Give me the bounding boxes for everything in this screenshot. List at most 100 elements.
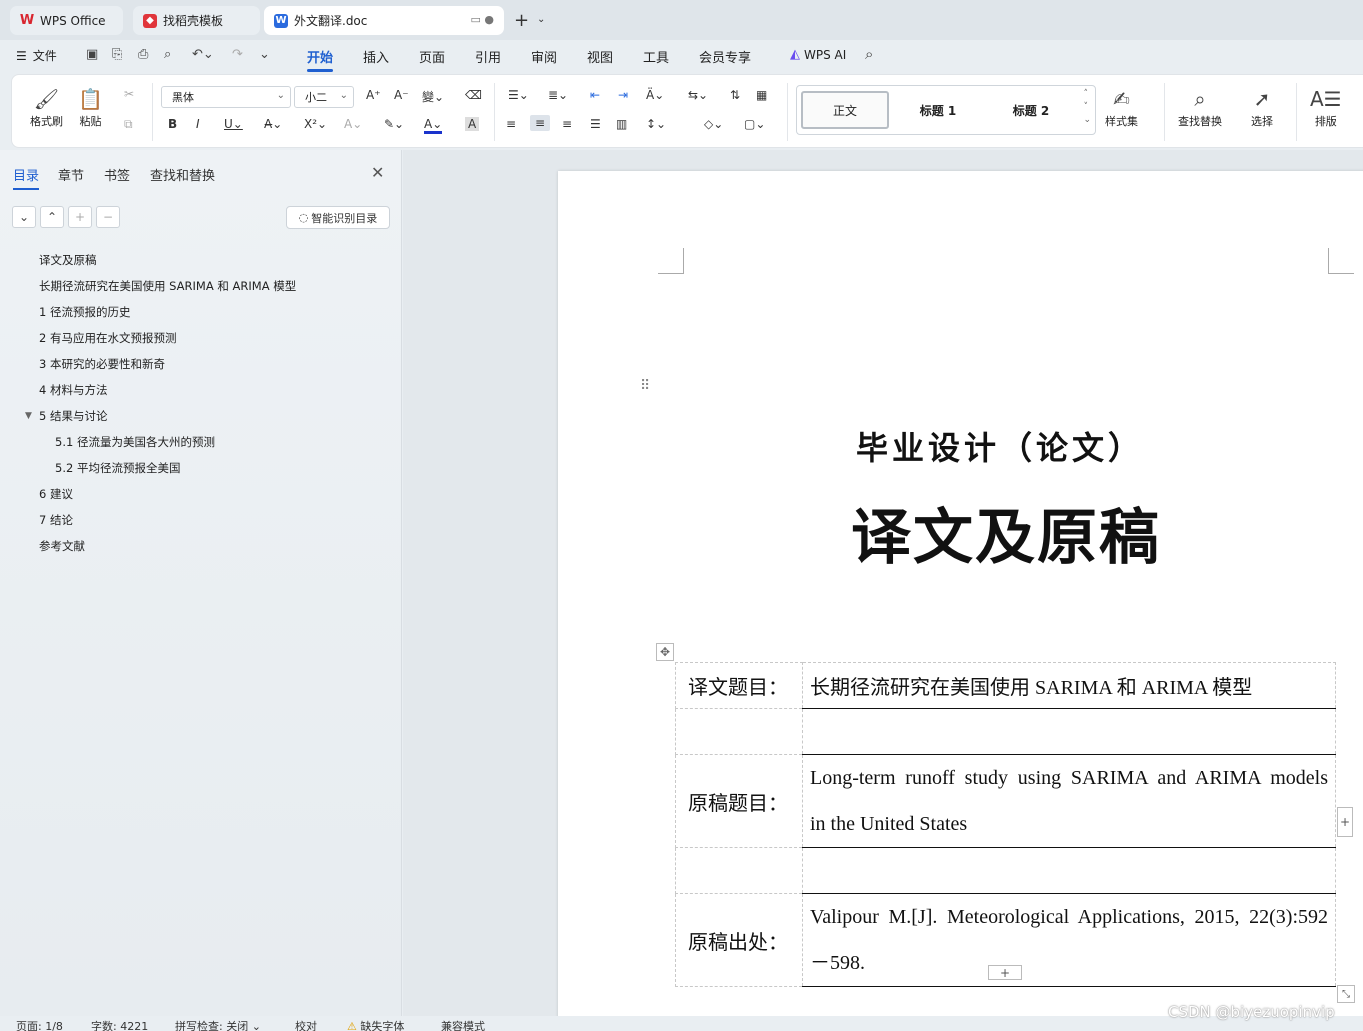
- page-indicator[interactable]: 页面: 1/8: [16, 1018, 63, 1031]
- show-marks-icon[interactable]: ▦: [756, 88, 767, 102]
- increase-indent-icon[interactable]: ⇥: [618, 88, 628, 102]
- promote-level-button[interactable]: +: [68, 206, 92, 228]
- table-value-cell[interactable]: [802, 708, 1336, 755]
- shading-icon[interactable]: ◇⌄: [704, 117, 723, 131]
- tab-docer[interactable]: ◆ 找稻壳模板: [133, 6, 260, 35]
- character-shading-icon[interactable]: A: [465, 117, 480, 131]
- tab-page[interactable]: 页面: [419, 47, 445, 66]
- print-icon[interactable]: ⎙: [138, 47, 148, 62]
- document-page[interactable]: ⠿ 毕业设计（论文） 译文及原稿 ✥ 译文题目： 长期径流研究在美国使用 SAR…: [558, 171, 1363, 1031]
- toc-item[interactable]: 长期径流研究在美国使用 SARIMA 和 ARIMA 模型: [39, 278, 296, 294]
- text-direction-icon[interactable]: ⇆⌄: [688, 88, 708, 102]
- format-painter-button[interactable]: 🖌 格式刷: [30, 85, 63, 129]
- table-resize-handle-icon[interactable]: ⤡: [1337, 985, 1355, 1003]
- document-canvas[interactable]: ⠿ 毕业设计（论文） 译文及原稿 ✥ 译文题目： 长期径流研究在美国使用 SAR…: [403, 150, 1363, 1031]
- tab-toc[interactable]: 目录: [13, 165, 40, 190]
- numbered-list-icon[interactable]: ≣⌄: [548, 88, 568, 102]
- clear-format-icon[interactable]: ⌫: [465, 88, 482, 102]
- table-move-handle-icon[interactable]: ✥: [656, 643, 674, 661]
- tab-view[interactable]: 视图: [587, 47, 613, 66]
- copy-icon[interactable]: ⧉: [124, 117, 133, 132]
- strikethrough-icon[interactable]: A̶⌄: [264, 117, 282, 131]
- font-name-select[interactable]: 黑体 ⌄: [161, 86, 291, 108]
- search-icon[interactable]: ⌕: [865, 45, 873, 63]
- border-icon[interactable]: ▢⌄: [744, 117, 765, 131]
- toc-item[interactable]: 7 结论: [39, 512, 73, 528]
- toc-item[interactable]: 参考文献: [39, 538, 85, 554]
- toc-item[interactable]: 3 本研究的必要性和新奇: [39, 356, 165, 372]
- table-value-cell[interactable]: Valipour M.[J]. Meteorological Applicati…: [802, 893, 1336, 987]
- tab-references[interactable]: 引用: [475, 47, 501, 66]
- style-scroll-icon[interactable]: ˄ ˅ ⌄: [1083, 88, 1091, 127]
- find-replace-button[interactable]: ⌕ 查找替换: [1178, 85, 1222, 129]
- redo-icon[interactable]: ↷: [232, 47, 243, 62]
- style-heading-2[interactable]: 标题 2: [987, 91, 1075, 129]
- smart-toc-button[interactable]: ◌ 智能识别目录: [286, 206, 390, 229]
- table-label-cell[interactable]: [675, 847, 803, 894]
- missing-font-indicator[interactable]: ⚠ 缺失字体: [347, 1018, 404, 1031]
- tab-bookmarks[interactable]: 书签: [104, 165, 130, 184]
- tab-wps-office[interactable]: W WPS Office: [10, 6, 123, 35]
- increase-font-icon[interactable]: A⁺: [366, 88, 381, 102]
- style-set-button[interactable]: ✍ 样式集: [1105, 85, 1138, 129]
- expand-all-button[interactable]: ⌄: [12, 206, 36, 228]
- justify-icon[interactable]: ☰: [590, 117, 601, 131]
- toc-item[interactable]: 5.1 径流量为美国各大州的预测: [55, 434, 215, 450]
- file-menu[interactable]: ☰ 文件: [16, 47, 57, 64]
- line-spacing-icon[interactable]: ↕⌄: [646, 117, 666, 131]
- tab-member[interactable]: 会员专享: [699, 47, 751, 66]
- tab-list-chevron-icon[interactable]: ⌄: [537, 14, 545, 25]
- proofread-button[interactable]: 校对: [295, 1018, 317, 1031]
- toc-item[interactable]: 5.2 平均径流预报全美国: [55, 460, 180, 476]
- italic-icon[interactable]: I: [196, 117, 200, 131]
- table-label-cell[interactable]: 译文题目：: [675, 662, 803, 709]
- tab-review[interactable]: 审阅: [531, 47, 557, 66]
- toc-item[interactable]: 6 建议: [39, 486, 73, 502]
- toc-item[interactable]: 4 材料与方法: [39, 382, 107, 398]
- underline-icon[interactable]: U⌄: [224, 117, 243, 131]
- undo-icon[interactable]: ↶⌄: [192, 47, 214, 62]
- collapse-triangle-icon[interactable]: ▼: [25, 411, 32, 421]
- export-icon[interactable]: ⎘: [112, 47, 122, 62]
- style-heading-1[interactable]: 标题 1: [894, 91, 982, 129]
- close-icon[interactable]: ✕: [371, 163, 384, 182]
- tab-home[interactable]: 开始: [307, 47, 334, 72]
- bold-icon[interactable]: B: [168, 117, 177, 131]
- highlight-icon[interactable]: ✎⌄: [384, 117, 404, 131]
- save-icon[interactable]: ▣: [86, 47, 98, 62]
- bullet-list-icon[interactable]: ☰⌄: [508, 88, 529, 102]
- cut-icon[interactable]: ✂: [124, 87, 134, 101]
- new-tab-button[interactable]: +: [514, 10, 529, 31]
- sort-icon[interactable]: ⇅: [730, 88, 740, 102]
- layout-button[interactable]: A☰ 排版: [1310, 85, 1342, 129]
- tab-status-icon[interactable]: ▭ ●: [471, 13, 495, 26]
- paragraph-drag-handle-icon[interactable]: ⠿: [640, 378, 650, 394]
- toc-item[interactable]: 5 结果与讨论: [39, 408, 107, 424]
- font-size-select[interactable]: 小二 ⌄: [294, 86, 354, 108]
- tab-insert[interactable]: 插入: [363, 47, 389, 66]
- print-preview-icon[interactable]: ⌕: [164, 47, 171, 62]
- add-row-button[interactable]: +: [988, 965, 1022, 980]
- table-value-cell[interactable]: Long-term runoff study using SARIMA and …: [802, 754, 1336, 848]
- more-quick-access-icon[interactable]: ⌄: [259, 47, 270, 62]
- tab-document[interactable]: W 外文翻译.doc ▭ ●: [264, 6, 504, 35]
- demote-level-button[interactable]: −: [96, 206, 120, 228]
- align-left-icon[interactable]: ≡: [506, 117, 516, 131]
- collapse-all-button[interactable]: ⌃: [40, 206, 64, 228]
- font-color-icon[interactable]: A⌄: [424, 117, 443, 134]
- word-count[interactable]: 字数: 4221: [91, 1018, 148, 1031]
- align-right-icon[interactable]: ≡: [562, 117, 572, 131]
- add-column-button[interactable]: +: [1337, 807, 1353, 837]
- toc-item[interactable]: 译文及原稿: [39, 252, 97, 268]
- tab-find-replace[interactable]: 查找和替换: [150, 165, 215, 184]
- superscript-icon[interactable]: X²⌄: [304, 117, 327, 131]
- phonetic-guide-icon[interactable]: 變⌄: [422, 88, 444, 105]
- align-center-icon[interactable]: ≡: [530, 115, 551, 131]
- spell-check-toggle[interactable]: 拼写检查: 关闭 ⌄: [175, 1018, 261, 1031]
- paste-button[interactable]: 📋 粘贴: [78, 85, 103, 129]
- decrease-font-icon[interactable]: A⁻: [394, 88, 409, 102]
- table-label-cell[interactable]: 原稿题目：: [675, 754, 803, 848]
- decrease-indent-icon[interactable]: ⇤: [590, 88, 600, 102]
- toc-item[interactable]: 1 径流预报的历史: [39, 304, 130, 320]
- table-label-cell[interactable]: 原稿出处：: [675, 893, 803, 987]
